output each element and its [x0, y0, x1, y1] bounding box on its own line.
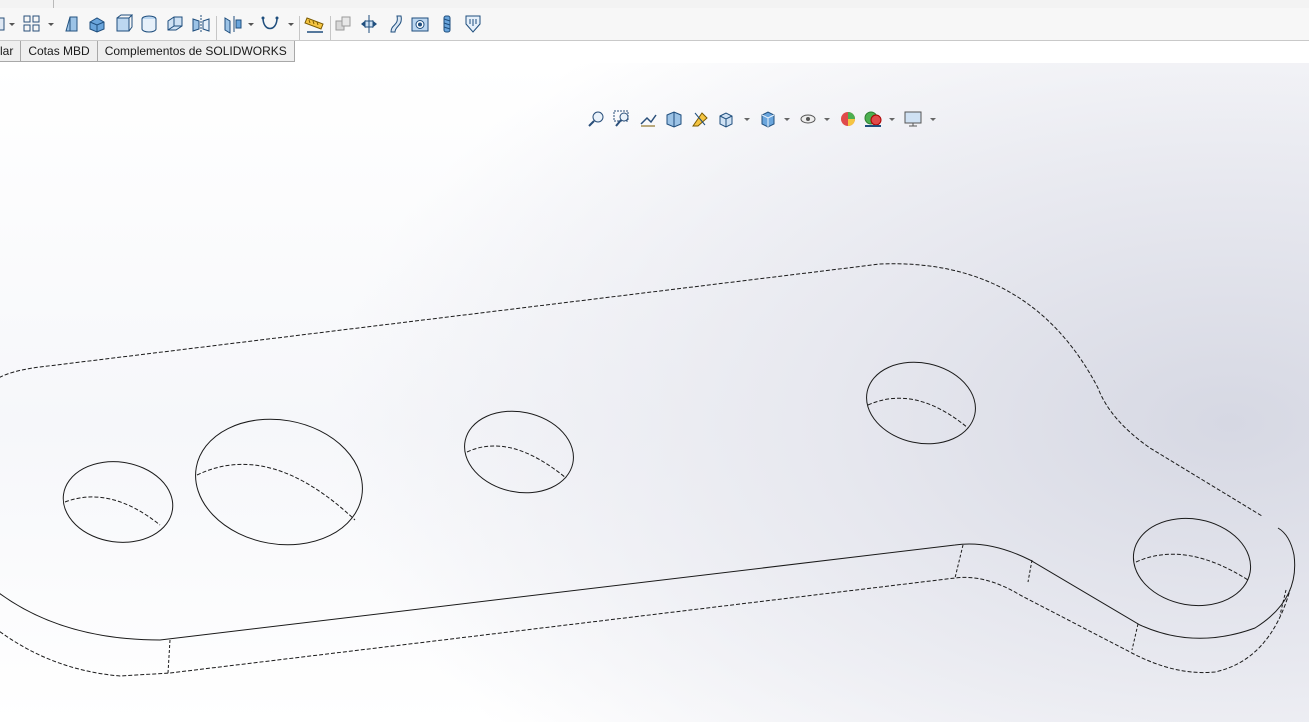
cylinder-icon[interactable]: [139, 13, 159, 35]
partial-icon[interactable]: [0, 13, 8, 35]
move-icon[interactable]: [358, 13, 380, 35]
sheet-metal-icon[interactable]: [62, 13, 82, 35]
command-toolbar: [0, 8, 1309, 41]
toolbar-separator: [330, 16, 331, 40]
hole-wizard-icon[interactable]: [410, 13, 432, 35]
hole-2-top: [195, 418, 363, 546]
hole-2-inner: [196, 463, 356, 521]
tab-complementos-solidworks[interactable]: Complementos de SOLIDWORKS: [96, 41, 295, 62]
hole-4-inner: [867, 397, 969, 429]
toolbar-separator: [299, 16, 300, 40]
hole-4-top: [866, 361, 976, 445]
top-face-front-edge: [0, 527, 1296, 641]
curves-icon[interactable]: [259, 13, 281, 35]
dropdown-arrow-icon[interactable]: [930, 118, 936, 121]
part-model[interactable]: [0, 63, 1309, 722]
box-icon[interactable]: [113, 13, 133, 35]
display-style-icon[interactable]: [757, 108, 779, 130]
silhouette-line-4: [1131, 623, 1139, 651]
apply-scene-icon[interactable]: [862, 108, 884, 130]
section-icon[interactable]: [165, 13, 185, 35]
dynamic-annotation-icon[interactable]: [689, 108, 711, 130]
pattern-icon[interactable]: [22, 13, 42, 35]
dropdown-arrow-icon[interactable]: [248, 23, 254, 26]
view-settings-icon[interactable]: [902, 108, 924, 130]
dropdown-arrow-icon[interactable]: [784, 118, 790, 121]
strip-divider: [53, 0, 54, 8]
mirror-icon[interactable]: [191, 13, 211, 35]
hole-1-top: [62, 461, 174, 543]
top-face-back-edge: [0, 263, 1263, 517]
dropdown-arrow-icon[interactable]: [824, 118, 830, 121]
tab-cotas-mbd[interactable]: Cotas MBD: [20, 41, 98, 62]
hole-5-top: [1132, 517, 1252, 607]
view-orientation-icon[interactable]: [715, 108, 737, 130]
hole-3-inner: [466, 445, 567, 479]
dropdown-arrow-icon[interactable]: [9, 23, 15, 26]
section-view-icon[interactable]: [663, 108, 685, 130]
flex-icon[interactable]: [385, 13, 405, 35]
silhouette-line-1: [167, 639, 171, 674]
toolbar-separator: [216, 16, 217, 40]
zoom-to-fit-icon[interactable]: [585, 108, 607, 130]
hole-3-top: [464, 410, 574, 494]
previous-view-icon[interactable]: [637, 108, 659, 130]
dropdown-arrow-icon[interactable]: [744, 118, 750, 121]
assembly-icon[interactable]: [333, 13, 353, 35]
silhouette-line-3: [1027, 559, 1033, 583]
thread-icon[interactable]: [437, 13, 457, 35]
extrude-boss-icon[interactable]: [87, 13, 107, 35]
bottom-edge: [0, 576, 1291, 677]
dropdown-arrow-icon[interactable]: [288, 23, 294, 26]
zoom-to-area-icon[interactable]: [611, 108, 633, 130]
reference-plane-icon[interactable]: [222, 13, 244, 35]
graphics-viewport[interactable]: [0, 63, 1309, 722]
dropdown-arrow-icon[interactable]: [889, 118, 895, 121]
edit-appearance-icon[interactable]: [837, 108, 859, 130]
command-manager-tabs: lar Cotas MBD Complementos de SOLIDWORKS: [0, 41, 295, 63]
tab-evaluar[interactable]: lar: [0, 41, 22, 62]
silhouette-line-2: [954, 544, 964, 579]
dropdown-arrow-icon[interactable]: [48, 23, 54, 26]
shield-icon[interactable]: [462, 13, 484, 35]
measure-icon[interactable]: [304, 13, 326, 35]
hole-1-inner: [64, 496, 161, 526]
hole-5-inner: [1135, 553, 1249, 581]
hide-show-items-icon[interactable]: [797, 108, 819, 130]
